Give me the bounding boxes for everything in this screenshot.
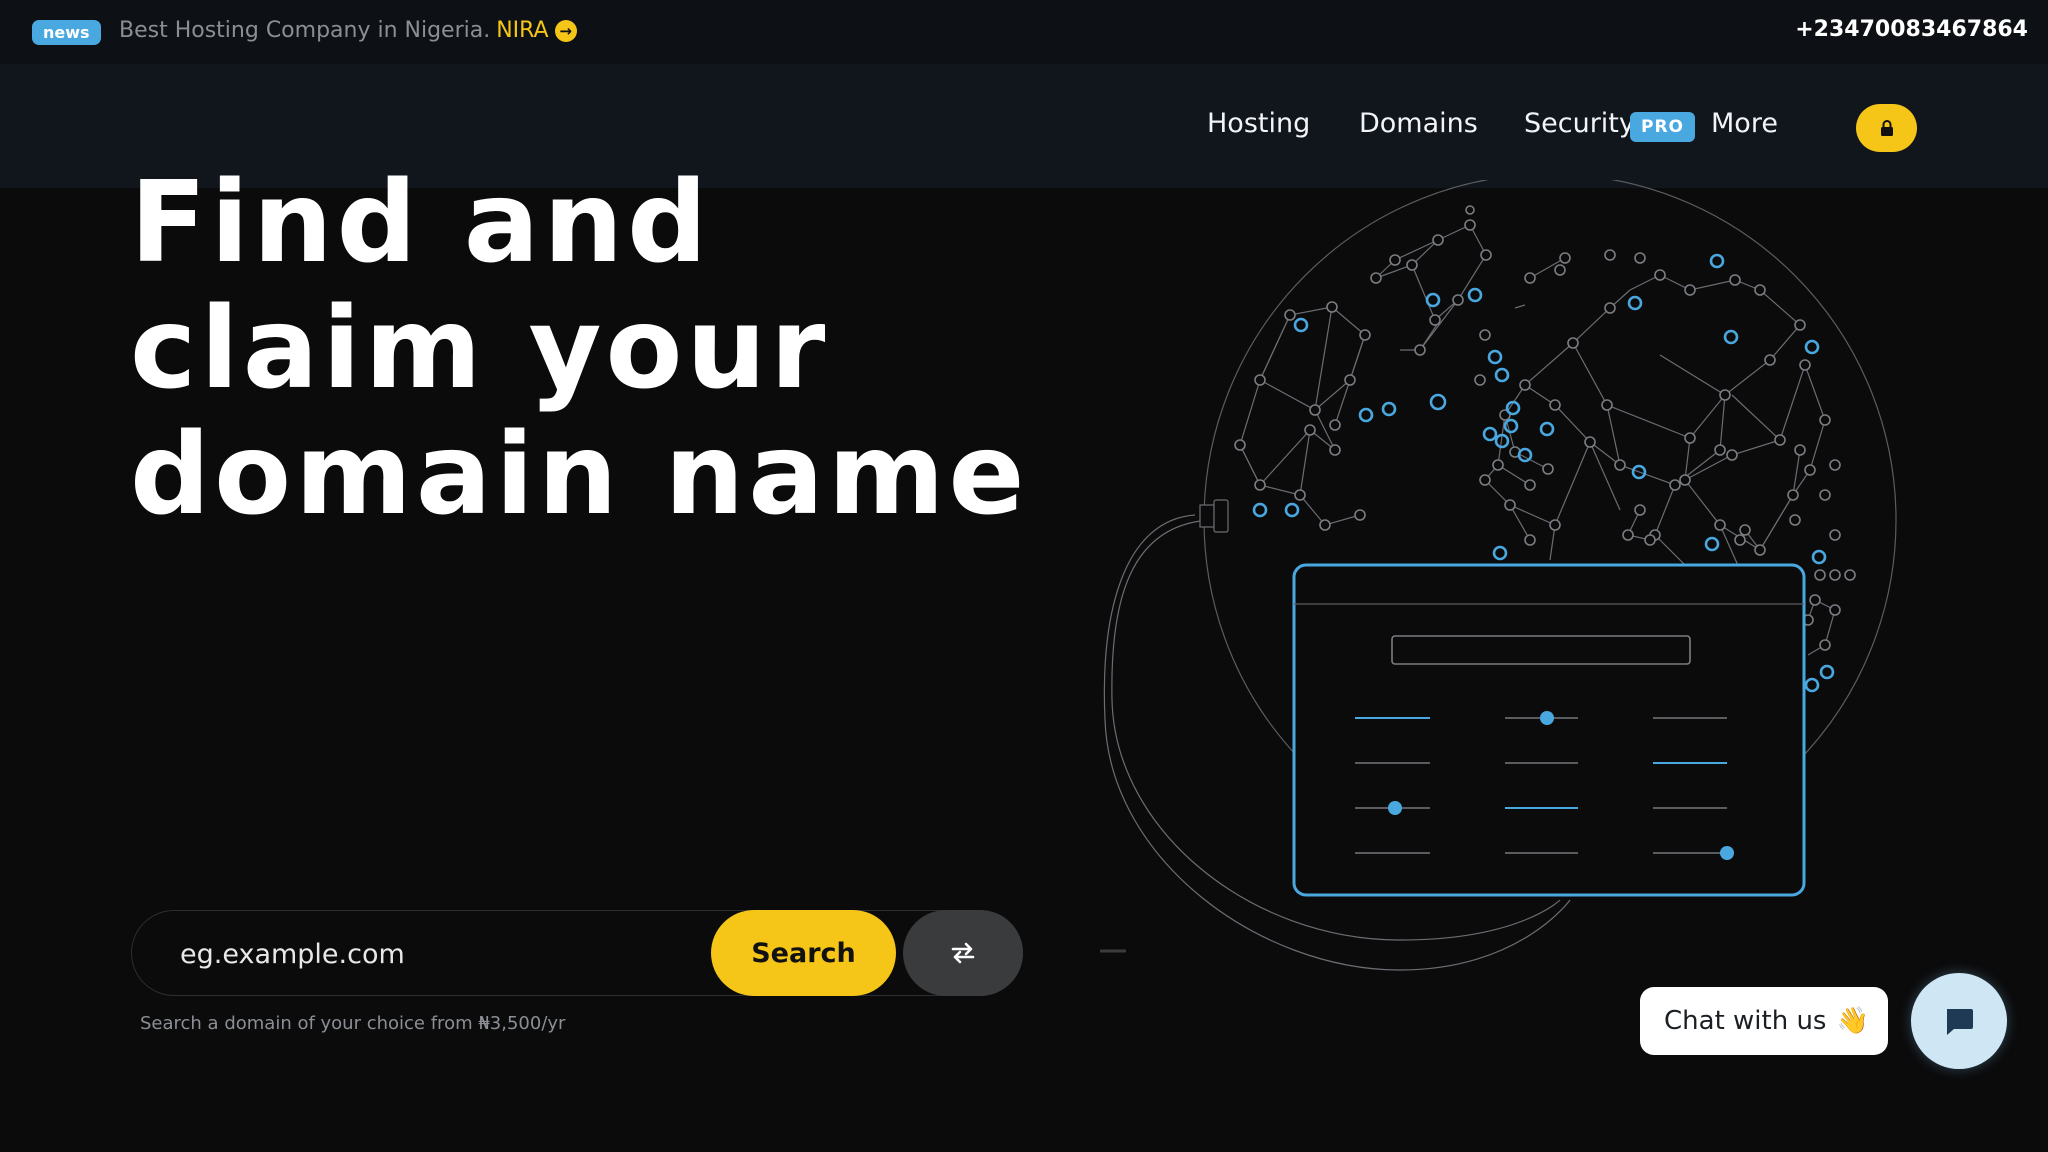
domain-search-input[interactable] [180, 936, 700, 972]
search-hint: Search a domain of your choice from ₦3,5… [140, 1013, 566, 1034]
nav-domains[interactable]: Domains [1359, 108, 1478, 139]
chat-bubble-icon [1947, 1009, 1973, 1035]
pro-badge: PRO [1630, 112, 1696, 142]
page: news Best Hosting Company in Nigeria. NIR… [0, 0, 2048, 1152]
chat-launcher-button[interactable] [1911, 973, 2007, 1069]
login-button[interactable] [1856, 104, 1917, 152]
hero-line-2: claim your [130, 284, 830, 414]
nira-link[interactable]: NIRA [496, 18, 548, 43]
chat-with-us-label[interactable]: Chat with us 👋 [1640, 987, 1888, 1055]
nav-more[interactable]: More [1711, 108, 1778, 139]
news-bar: news Best Hosting Company in Nigeria. NIR… [0, 0, 2048, 64]
search-button[interactable]: Search [711, 910, 896, 996]
waving-hand-icon: 👋 [1836, 1006, 1869, 1036]
phone-number[interactable]: +23470083467864 [1795, 17, 2028, 42]
lock-icon [1880, 120, 1893, 136]
globe-network-illustration [1100, 180, 1897, 971]
nav-hosting[interactable]: Hosting [1207, 108, 1310, 139]
arrow-right-circle-icon[interactable]: → [554, 20, 577, 42]
hero-line-3: domain name [130, 410, 1029, 540]
swap-arrows-icon [951, 942, 975, 964]
hero-title: Find and claim your domain name [130, 160, 1030, 538]
swap-button[interactable] [903, 910, 1023, 996]
nav-security[interactable]: Security [1524, 108, 1635, 139]
chat-label-text: Chat with us [1664, 1006, 1827, 1036]
announcement-text: Best Hosting Company in Nigeria. [119, 18, 491, 43]
hero-line-1: Find and [130, 158, 712, 288]
news-announcement: Best Hosting Company in Nigeria. NIRA → [119, 18, 577, 43]
news-badge: news [32, 20, 101, 45]
browser-window-graphic [1292, 563, 1806, 897]
